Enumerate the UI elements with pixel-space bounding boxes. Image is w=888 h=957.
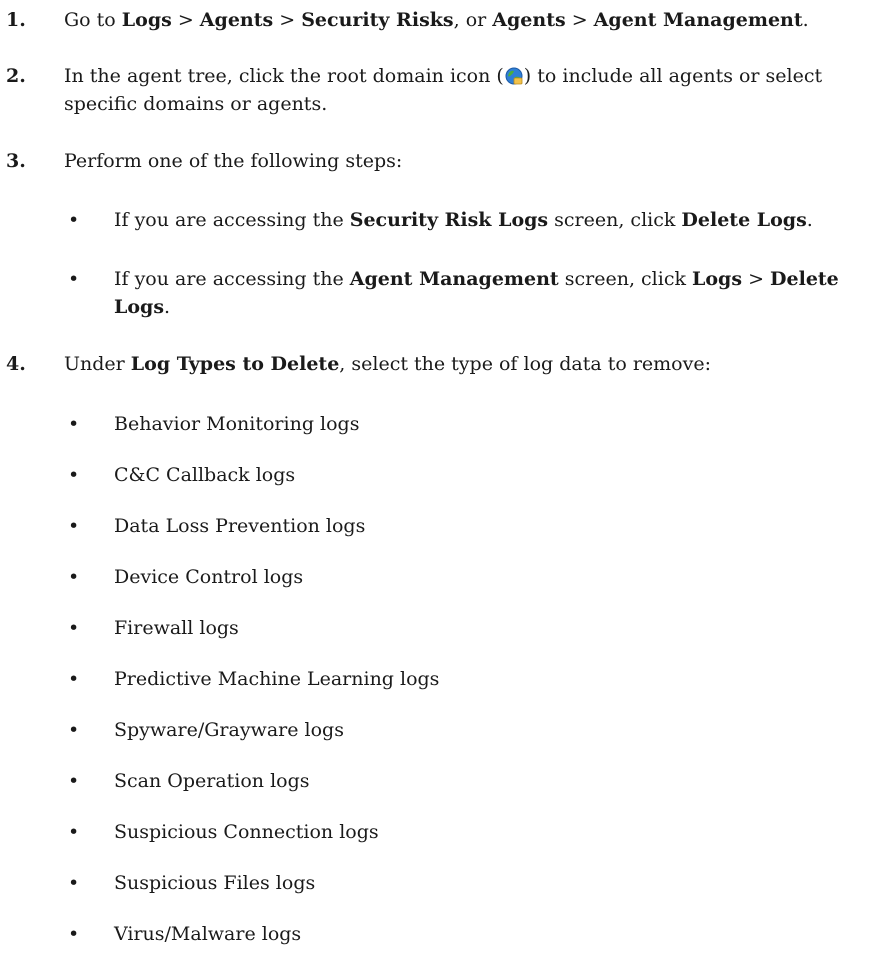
ui-path-logs: Logs xyxy=(692,268,743,290)
ui-screen-agent-management: Agent Management xyxy=(349,268,559,290)
text-run: ) to include all agents or select xyxy=(523,65,823,87)
log-type-label: Behavior Monitoring logs xyxy=(114,413,360,435)
log-type-label: Predictive Machine Learning logs xyxy=(114,668,440,690)
step-number: 2. xyxy=(6,65,26,87)
ui-button-delete-logs: Delete Logs xyxy=(681,209,807,231)
bullet-icon: • xyxy=(68,770,80,792)
step-text: Perform one of the following steps: xyxy=(64,150,403,172)
text-run: > xyxy=(273,9,302,31)
text-run: . xyxy=(802,9,809,31)
step-number: 1. xyxy=(6,9,26,31)
bullet-icon: • xyxy=(68,821,80,843)
log-type-label: C&C Callback logs xyxy=(114,464,296,486)
text-run: > xyxy=(742,268,771,290)
log-type-label: Suspicious Connection logs xyxy=(114,821,379,843)
bullet-icon: • xyxy=(68,719,80,741)
bullet-icon: • xyxy=(68,923,80,945)
ui-screen-security-risk-logs: Security Risk Logs xyxy=(349,209,549,231)
ui-path-agent-management: Agent Management xyxy=(593,9,803,31)
text-run: , or xyxy=(453,9,493,31)
bullet-icon: • xyxy=(68,872,80,894)
text-run: Go to xyxy=(64,9,122,31)
bullet-icon: • xyxy=(68,413,80,435)
bullet-icon: • xyxy=(68,268,80,290)
text-run: If you are accessing the xyxy=(114,268,350,290)
step-number: 3. xyxy=(6,150,26,172)
text-run: > xyxy=(171,9,200,31)
log-type-label: Firewall logs xyxy=(114,617,239,639)
bullet-icon: • xyxy=(68,668,80,690)
ui-path-security-risks: Security Risks xyxy=(301,9,454,31)
text-run: screen, click xyxy=(548,209,682,231)
text-run: . xyxy=(806,209,813,231)
log-type-label: Scan Operation logs xyxy=(114,770,310,792)
text-run: Under xyxy=(64,353,131,375)
log-type-label: Virus/Malware logs xyxy=(114,923,302,945)
step-text: Under Log Types to Delete, select the ty… xyxy=(64,350,884,378)
ui-section-log-types-to-delete: Log Types to Delete xyxy=(130,353,340,375)
log-type-label: Device Control logs xyxy=(114,566,304,588)
text-run: > xyxy=(565,9,594,31)
bullet-text: If you are accessing the Agent Managemen… xyxy=(114,265,884,321)
step-text: Go to Logs > Agents > Security Risks, or… xyxy=(64,6,884,34)
log-type-label: Spyware/Grayware logs xyxy=(114,719,344,741)
ui-path-delete: Delete xyxy=(770,268,839,290)
document-page: 1. Go to Logs > Agents > Security Risks,… xyxy=(0,0,888,957)
text-run: screen, click xyxy=(558,268,693,290)
text-run: , select the type of log data to remove: xyxy=(339,353,711,375)
bullet-icon: • xyxy=(68,515,80,537)
ui-path-logs: Logs xyxy=(114,296,165,318)
text-run: If you are accessing the xyxy=(114,209,350,231)
text-run: specific domains or agents. xyxy=(64,93,328,115)
bullet-icon: • xyxy=(68,209,80,231)
text-run: In the agent tree, click the root domain… xyxy=(64,65,504,87)
log-type-label: Suspicious Files logs xyxy=(114,872,316,894)
ui-path-agents: Agents xyxy=(199,9,274,31)
text-run: . xyxy=(164,296,171,318)
step-text: In the agent tree, click the root domain… xyxy=(64,62,884,118)
ui-path-logs: Logs xyxy=(121,9,172,31)
bullet-icon: • xyxy=(68,617,80,639)
step-number: 4. xyxy=(6,353,26,375)
ui-path-agents: Agents xyxy=(492,9,566,31)
bullet-icon: • xyxy=(68,464,80,486)
log-type-label: Data Loss Prevention logs xyxy=(114,515,366,537)
bullet-text: If you are accessing the Security Risk L… xyxy=(114,206,884,234)
root-domain-globe-icon xyxy=(505,65,523,85)
bullet-icon: • xyxy=(68,566,80,588)
